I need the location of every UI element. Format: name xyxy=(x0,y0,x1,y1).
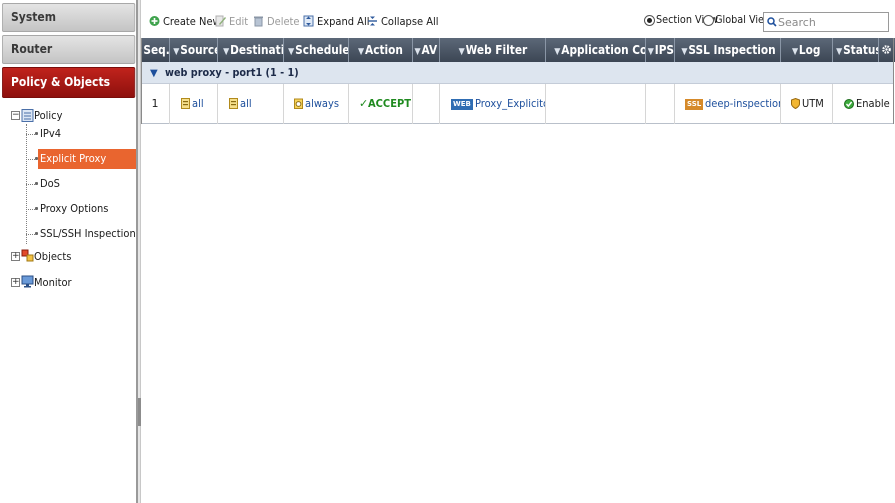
bullet-icon xyxy=(35,232,38,235)
sidebar: System Router Policy & Objects − Policy … xyxy=(0,0,137,503)
filter-icon[interactable]: ▼ xyxy=(288,47,294,57)
sidebar-section-policy-objects[interactable]: Policy & Objects xyxy=(2,67,136,98)
section-view-radio[interactable] xyxy=(644,15,655,26)
filter-icon[interactable]: ▼ xyxy=(223,47,229,57)
policy-icon xyxy=(21,109,34,122)
objects-icon xyxy=(21,249,34,262)
expand-icon[interactable]: + xyxy=(11,252,20,261)
grid-border xyxy=(141,38,142,124)
web-filter-badge: WEB xyxy=(451,99,473,110)
cell-source[interactable]: all xyxy=(170,84,218,124)
tree-item-ssl-ssh-inspection[interactable]: SSL/SSH Inspection xyxy=(40,224,146,244)
collapse-icon[interactable]: − xyxy=(11,111,20,120)
address-icon xyxy=(181,98,190,109)
tree-item-objects[interactable]: Objects xyxy=(34,247,76,267)
tree-connector xyxy=(26,234,35,235)
sidebar-section-system[interactable]: System xyxy=(2,3,136,32)
navigation-tree: − Policy IPv4 Explicit Proxy DoS Proxy O… xyxy=(0,108,136,308)
collapse-all-button[interactable]: Collapse All xyxy=(367,13,445,31)
filter-icon[interactable]: ▼ xyxy=(681,47,687,57)
fortigate-policy-app: System Router Policy & Objects − Policy … xyxy=(0,0,895,503)
expand-all-icon xyxy=(303,15,314,27)
monitor-icon xyxy=(21,275,34,288)
tree-connector xyxy=(26,159,35,160)
collapse-all-icon xyxy=(368,16,377,26)
tree-item-monitor[interactable]: Monitor xyxy=(34,273,76,293)
bullet-icon xyxy=(35,182,38,185)
column-settings-gear-icon[interactable] xyxy=(879,38,893,62)
cell-web-filter[interactable]: WEB Proxy_Explicito xyxy=(440,84,546,124)
column-header-log[interactable]: ▼Log xyxy=(781,38,833,62)
cell-log[interactable]: UTM xyxy=(781,84,833,124)
filter-icon[interactable]: ▼ xyxy=(648,47,654,57)
filter-icon[interactable]: ▼ xyxy=(554,47,560,57)
column-header-source[interactable]: ▼Source xyxy=(170,38,218,62)
column-header-seq[interactable]: Seq.# xyxy=(141,38,170,62)
address-icon xyxy=(229,98,238,109)
column-header-web-filter[interactable]: ▼Web Filter xyxy=(440,38,546,62)
tree-item-proxy-options[interactable]: Proxy Options xyxy=(40,199,116,219)
column-header-av[interactable]: ▼AV xyxy=(413,38,440,62)
cell-av[interactable] xyxy=(413,84,440,124)
column-header-ips[interactable]: ▼IPS xyxy=(646,38,675,62)
search-box xyxy=(763,12,889,32)
cell-application-control[interactable] xyxy=(546,84,646,124)
filter-icon[interactable]: ▼ xyxy=(458,47,464,57)
tree-connector xyxy=(26,184,35,185)
filter-icon[interactable]: ▼ xyxy=(173,47,179,57)
cell-destination[interactable]: all xyxy=(218,84,284,124)
grid-border xyxy=(893,38,894,124)
filter-icon[interactable]: ▼ xyxy=(415,47,421,57)
schedule-icon xyxy=(294,98,303,109)
cell-schedule[interactable]: always xyxy=(284,84,349,124)
collapse-section-icon[interactable]: ▼ xyxy=(150,68,158,79)
tree-item-dos[interactable]: DoS xyxy=(40,174,62,194)
cell-ips[interactable] xyxy=(646,84,675,124)
tree-connector xyxy=(26,209,35,210)
table-row[interactable]: 1 all all always ✓ACCEPT WEB Proxy_Explic… xyxy=(141,84,893,124)
search-input[interactable] xyxy=(778,14,886,30)
global-view-radio[interactable] xyxy=(703,15,714,26)
column-header-schedule[interactable]: ▼Schedule xyxy=(284,38,349,62)
sidebar-section-router[interactable]: Router xyxy=(2,35,136,64)
check-icon: ✓ xyxy=(359,97,369,110)
column-header-destination[interactable]: ▼Destination xyxy=(218,38,284,62)
pencil-icon xyxy=(215,15,226,27)
expand-icon[interactable]: + xyxy=(11,278,20,287)
column-header-ssl-inspection[interactable]: ▼SSL Inspection xyxy=(675,38,781,62)
tree-connector xyxy=(26,134,35,135)
cell-action[interactable]: ✓ACCEPT xyxy=(349,84,413,124)
column-header-action[interactable]: ▼Action xyxy=(349,38,413,62)
bullet-icon xyxy=(35,207,38,210)
main-content: Create New Edit Delete Expand All Collap… xyxy=(141,0,895,503)
column-header-status[interactable]: ▼Status xyxy=(833,38,879,62)
edit-button[interactable]: Edit xyxy=(215,13,250,31)
cell-status[interactable]: Enable xyxy=(833,84,893,124)
search-icon xyxy=(767,17,777,27)
policy-section-row[interactable]: ▼ web proxy - port1 (1 - 1) xyxy=(141,62,893,84)
delete-button[interactable]: Delete xyxy=(253,13,303,31)
tree-item-explicit-proxy[interactable]: Explicit Proxy xyxy=(38,149,136,169)
plus-icon xyxy=(149,16,160,26)
policy-grid: Seq.# ▼Source ▼Destination ▼Schedule ▼Ac… xyxy=(141,38,895,503)
ssl-badge: SSL xyxy=(685,99,704,110)
enabled-check-icon xyxy=(844,99,854,109)
tree-item-policy[interactable]: Policy xyxy=(34,106,66,126)
tree-item-ipv4[interactable]: IPv4 xyxy=(40,124,63,144)
filter-icon[interactable]: ▼ xyxy=(836,47,842,57)
filter-icon[interactable]: ▼ xyxy=(358,47,364,57)
cell-seq: 1 xyxy=(141,84,170,124)
cell-ssl-inspection[interactable]: SSL deep-inspection xyxy=(675,84,781,124)
filter-icon[interactable]: ▼ xyxy=(792,47,798,57)
column-header-application-control[interactable]: ▼Application Control xyxy=(546,38,646,62)
grid-header: Seq.# ▼Source ▼Destination ▼Schedule ▼Ac… xyxy=(141,38,895,62)
trash-icon xyxy=(254,16,263,27)
log-utm-icon xyxy=(791,98,800,109)
bullet-icon xyxy=(35,132,38,135)
expand-all-button[interactable]: Expand All xyxy=(303,13,375,31)
